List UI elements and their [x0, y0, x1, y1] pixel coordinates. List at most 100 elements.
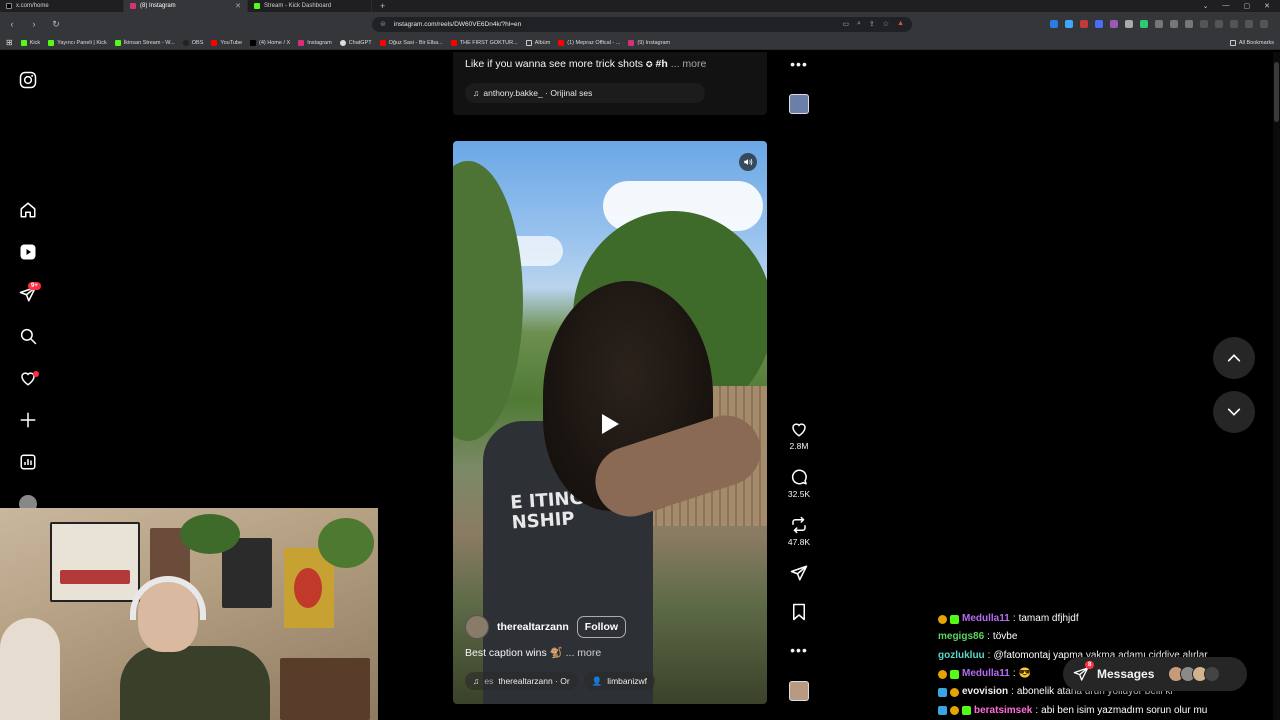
extension-icon[interactable]: [1080, 20, 1088, 28]
wallet-icon[interactable]: [1230, 20, 1238, 28]
bookmark-item[interactable]: OBS: [182, 39, 203, 46]
tab-kick[interactable]: Stream - Kick Dashboard: [248, 0, 372, 12]
all-bookmarks[interactable]: All Bookmarks: [1229, 39, 1274, 46]
more-link[interactable]: ... more: [566, 647, 602, 659]
dashboard-icon[interactable]: [18, 452, 38, 472]
plant: [318, 518, 374, 568]
follow-button[interactable]: Follow: [576, 616, 627, 638]
back-icon[interactable]: ‹: [6, 19, 18, 29]
more-icon[interactable]: •••: [790, 56, 808, 72]
extension-icon[interactable]: [1125, 20, 1133, 28]
tab-x[interactable]: x.com/home: [0, 0, 124, 12]
like-count: 2.8M: [789, 441, 809, 451]
cast-icon[interactable]: ▭: [842, 20, 849, 28]
like-action[interactable]: 2.8M: [783, 420, 815, 451]
reel-caption: Best caption wins 🐒 ... more: [465, 647, 602, 659]
extension-icon[interactable]: [1170, 20, 1178, 28]
search-icon[interactable]: [18, 326, 38, 346]
brave-shield-icon[interactable]: ▲: [897, 20, 904, 28]
menu-icon[interactable]: [1260, 20, 1268, 28]
audio-thumbnail[interactable]: [789, 681, 809, 701]
home-icon[interactable]: [18, 200, 38, 220]
volume-icon[interactable]: [739, 153, 757, 171]
heart-icon[interactable]: [790, 420, 808, 438]
tagged-user-pill[interactable]: 👤 limbanizwf: [583, 672, 655, 690]
maximize-icon[interactable]: ▢: [1244, 2, 1251, 10]
plus-icon[interactable]: [18, 410, 38, 430]
address-bar[interactable]: ⊜ instagram.com/reels/DW60VE6Dn4k/?hl=en…: [372, 16, 912, 32]
bookmark-item[interactable]: Yayıncı Paneli | Kick: [48, 39, 107, 46]
extension-icon[interactable]: [1065, 20, 1073, 28]
messages-widget[interactable]: 8 Messages: [1063, 657, 1247, 691]
webcam-overlay: [0, 508, 378, 720]
save-action[interactable]: [783, 603, 815, 621]
bookmark-item[interactable]: THE FIRST GOKTUR...: [450, 39, 518, 46]
bookmark-item[interactable]: Albüm: [525, 39, 550, 46]
next-reel-button[interactable]: [1213, 391, 1255, 433]
reels-icon[interactable]: [18, 242, 38, 262]
audio-thumbnail[interactable]: [789, 94, 809, 114]
person-icon: 👤: [591, 675, 603, 686]
close-window-icon[interactable]: ✕: [1264, 2, 1270, 10]
reel-username[interactable]: therealtarzann: [497, 621, 569, 633]
zoom-icon[interactable]: ⌕: [857, 20, 861, 28]
bookmark-item[interactable]: ChatGPT: [339, 39, 372, 46]
previous-audio-thumb[interactable]: [783, 94, 815, 114]
bookmark-item[interactable]: YouTube: [211, 39, 242, 46]
tab-search-icon[interactable]: ⌄: [1203, 2, 1209, 10]
repost-action[interactable]: 47.8K: [783, 516, 815, 547]
page-scrollbar[interactable]: [1273, 52, 1280, 720]
send-icon[interactable]: [790, 564, 808, 582]
avatar[interactable]: [465, 615, 489, 639]
bookmark-item[interactable]: Oğuz Sasi - Bir Elba...: [379, 39, 443, 46]
extension-icon[interactable]: [1140, 20, 1148, 28]
more-options[interactable]: •••: [783, 642, 815, 658]
extension-icon[interactable]: [1050, 20, 1058, 28]
share-icon[interactable]: ⇪: [869, 20, 875, 28]
play-icon[interactable]: [593, 407, 627, 441]
reload-icon[interactable]: ↻: [50, 19, 62, 30]
bookmark-item[interactable]: (9) Instagram: [628, 39, 670, 46]
bookmark-icon[interactable]: [791, 603, 807, 621]
messages-badge: 9+: [28, 282, 41, 290]
bookmark-item[interactable]: Instagram: [298, 39, 332, 46]
previous-reel-button[interactable]: [1213, 337, 1255, 379]
tab-instagram[interactable]: (8) Instagram ✕: [124, 0, 248, 12]
vpn-icon[interactable]: [1245, 20, 1253, 28]
comment-icon[interactable]: [790, 468, 808, 486]
site-info-icon[interactable]: ⊜: [380, 20, 386, 28]
bookmark-item[interactable]: (4) Home / X: [250, 39, 290, 46]
forward-icon[interactable]: ›: [28, 19, 40, 29]
scrollbar-thumb[interactable]: [1274, 62, 1279, 122]
extension-icon[interactable]: [1155, 20, 1163, 28]
extension-icon[interactable]: [1185, 20, 1193, 28]
more-icon[interactable]: •••: [790, 642, 808, 658]
streamer-body: [120, 646, 270, 720]
extension-icons: [1050, 20, 1274, 28]
reel-audio-thumb[interactable]: [783, 681, 815, 701]
chevron-down-icon: [1227, 408, 1241, 416]
more-options-top[interactable]: •••: [783, 56, 815, 72]
extension-icon[interactable]: [1095, 20, 1103, 28]
extension-icon[interactable]: [1110, 20, 1118, 28]
bookmark-star-icon[interactable]: ☆: [883, 20, 889, 28]
minimize-icon[interactable]: —: [1223, 2, 1230, 10]
instagram-icon[interactable]: [18, 70, 38, 90]
bookmark-item[interactable]: İkinsan Stream - W...: [114, 39, 175, 46]
bookmark-item[interactable]: (1) Mepraz Offical - ...: [558, 39, 620, 46]
comment-action[interactable]: 32.5K: [783, 468, 815, 499]
more-link[interactable]: ... more: [671, 58, 707, 70]
comment-count: 32.5K: [787, 489, 811, 499]
previous-reel-audio[interactable]: ♫ anthony.bakke_ · Orijinal ses: [465, 83, 705, 103]
reel-video[interactable]: E ITING NSHIP therealtarzann Follow Best …: [453, 141, 767, 704]
close-tab-icon[interactable]: ✕: [235, 2, 241, 10]
chatgpt-icon: [339, 39, 346, 46]
music-icon[interactable]: [1200, 20, 1208, 28]
repost-icon[interactable]: [790, 516, 808, 534]
share-action[interactable]: [783, 564, 815, 582]
new-tab-icon[interactable]: +: [372, 1, 393, 11]
apps-grid-icon[interactable]: ⊞: [6, 38, 13, 47]
reel-audio-pill[interactable]: ♫ es therealtarzann · Or: [465, 672, 578, 690]
sidebar-icon[interactable]: [1215, 20, 1223, 28]
bookmark-item[interactable]: Kick: [20, 39, 40, 46]
